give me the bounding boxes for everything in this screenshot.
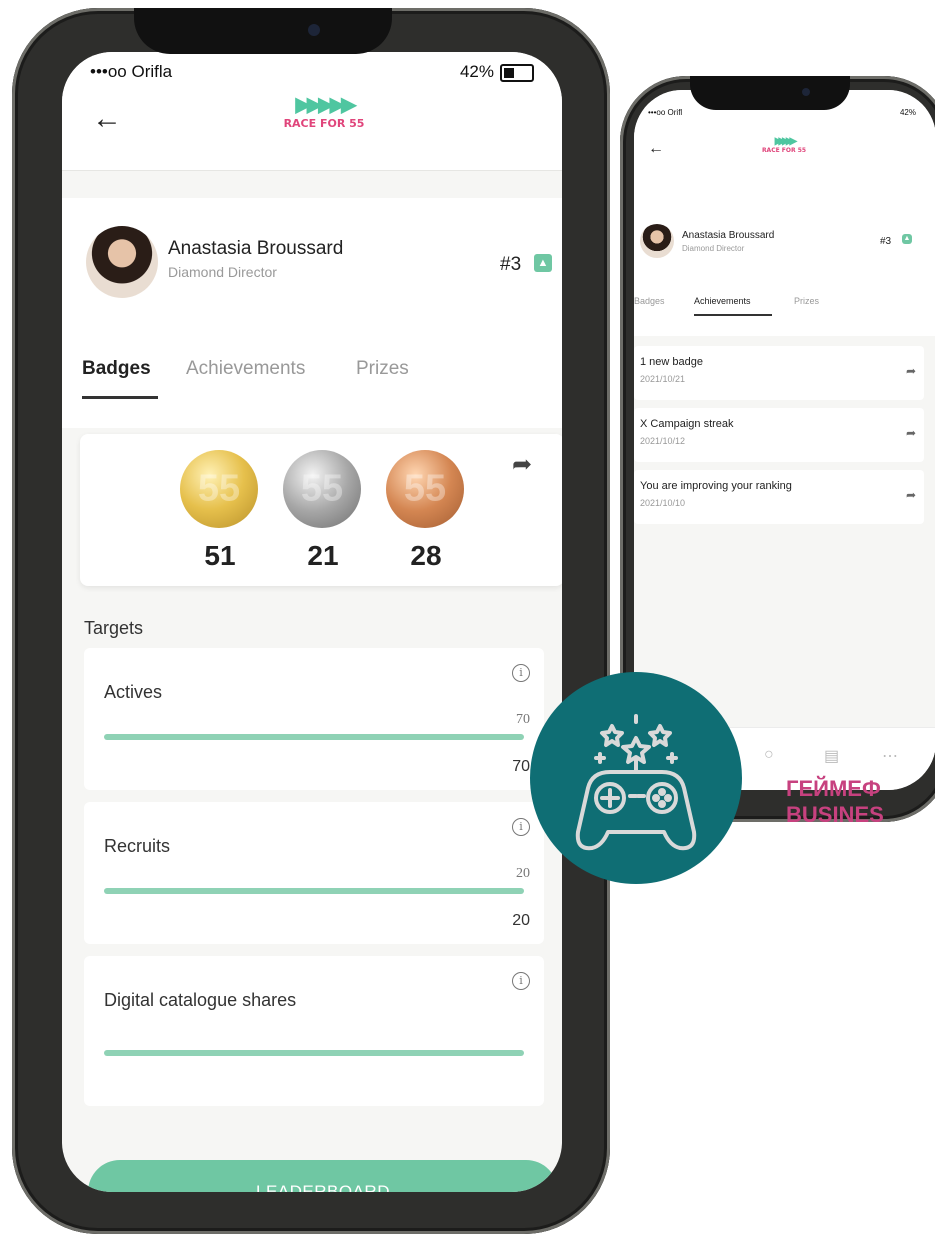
achievement-title: X Campaign streak (640, 418, 734, 430)
target-label: Digital catalogue shares (104, 990, 297, 1010)
rank-up-icon: ▲ (902, 234, 912, 244)
gold-medal-icon: 55 (180, 450, 258, 528)
target-progress-bar (104, 734, 524, 740)
target-value-small: 20 (516, 866, 530, 881)
primary-profile: Anastasia Broussard Diamond Director #3 … (62, 198, 562, 428)
bronze-badge-count: 28 (410, 540, 442, 571)
rank-number: #3 (880, 236, 892, 247)
tab-prizes[interactable]: Prizes (356, 358, 409, 380)
active-tab-indicator (82, 396, 158, 399)
target-progress-bar (104, 888, 524, 894)
list-item[interactable]: 1 new badge 2021/10/21 ➦ (634, 346, 924, 400)
rank-up-icon: ▲ (534, 254, 552, 272)
target-progress-bar (104, 1050, 524, 1056)
status-battery-group: 42% (460, 62, 534, 82)
avatar (86, 226, 158, 298)
achievement-date: 2021/10/12 (640, 436, 686, 446)
status-carrier: •••oo Orifla (90, 62, 173, 81)
target-label: Actives (104, 682, 163, 702)
gamification-heading-line1: ГЕЙМЕФ (786, 776, 881, 801)
profile-role: Diamond Director (682, 244, 745, 253)
active-tab-indicator (694, 314, 772, 316)
gamification-heading-line2: BUSINES (786, 802, 884, 827)
status-carrier: •••oo Orifl (648, 108, 683, 117)
rank-number: #3 (500, 254, 522, 275)
more-icon[interactable]: ⋯ (882, 746, 898, 766)
gamification-badge (530, 672, 742, 884)
status-battery: 42% (899, 108, 916, 117)
silver-medal-icon: 55 (283, 450, 361, 528)
race-for-55-logo: ▶▶▶▶▶ RACE FOR 55 (761, 136, 807, 154)
share-icon[interactable]: ➦ (512, 450, 532, 479)
target-value-small: 70 (516, 712, 530, 727)
badges-card: 55 55 55 51 21 28 ➦ (80, 434, 562, 586)
primary-phone: •••oo Orifla 42% ← ▶▶▶▶▶ RACE FOR 55 Ana… (12, 8, 610, 1234)
status-battery: 42% (459, 62, 494, 81)
gold-badge-count: 51 (204, 540, 236, 571)
share-icon[interactable]: ➦ (906, 426, 916, 440)
achievement-date: 2021/10/10 (640, 498, 686, 508)
tab-achievements[interactable]: Achievements (694, 296, 751, 306)
primary-screen: •••oo Orifla 42% ← ▶▶▶▶▶ RACE FOR 55 Ana… (62, 52, 562, 1192)
profile-name: Anastasia Broussard (168, 238, 344, 259)
back-arrow-icon[interactable]: ← (648, 140, 664, 158)
race-for-55-logo: ▶▶▶▶▶ RACE FOR 55 (283, 94, 365, 130)
secondary-notch (690, 76, 850, 110)
profile-name: Anastasia Broussard (682, 230, 775, 241)
list-item[interactable]: You are improving your ranking 2021/10/1… (634, 470, 924, 524)
leaderboard-button[interactable]: LEADERBOARD (88, 1160, 558, 1192)
target-value: 20 (512, 912, 530, 929)
target-card-recruits: Recruits i 20 20 (84, 802, 544, 944)
primary-notch (134, 8, 392, 54)
target-card-digital-catalogue: Digital catalogue shares i (84, 956, 544, 1106)
achievement-title: You are improving your ranking (640, 480, 792, 492)
search-icon[interactable]: ○ (764, 746, 774, 764)
achievement-title: 1 new badge (640, 356, 703, 368)
avatar (640, 224, 674, 258)
tab-badges[interactable]: Badges (634, 296, 665, 306)
battery-icon (500, 63, 534, 82)
secondary-profile: Anastasia Broussard Diamond Director #3 … (634, 176, 935, 336)
list-item[interactable]: X Campaign streak 2021/10/12 ➦ (634, 408, 924, 462)
tab-achievements[interactable]: Achievements (186, 358, 305, 380)
share-icon[interactable]: ➦ (906, 488, 916, 502)
target-label: Recruits (104, 836, 171, 856)
primary-header: •••oo Orifla 42% ← ▶▶▶▶▶ RACE FOR 55 (62, 52, 562, 171)
target-value: 70 (512, 758, 530, 775)
tab-prizes[interactable]: Prizes (794, 296, 819, 306)
gamepad-icon (575, 714, 697, 851)
share-icon[interactable]: ➦ (906, 364, 916, 378)
info-icon[interactable]: i (512, 972, 530, 990)
tab-badges[interactable]: Badges (82, 358, 151, 380)
calendar-icon[interactable]: ▤ (824, 746, 839, 766)
achievement-date: 2021/10/21 (640, 374, 686, 384)
info-icon[interactable]: i (512, 664, 530, 682)
silver-badge-count: 21 (307, 540, 339, 571)
profile-role: Diamond Director (168, 264, 277, 280)
targets-heading: Targets (84, 618, 144, 638)
back-arrow-icon[interactable]: ← (92, 102, 122, 136)
bronze-medal-icon: 55 (386, 450, 464, 528)
info-icon[interactable]: i (512, 818, 530, 836)
target-card-actives: Actives i 70 70 (84, 648, 544, 790)
